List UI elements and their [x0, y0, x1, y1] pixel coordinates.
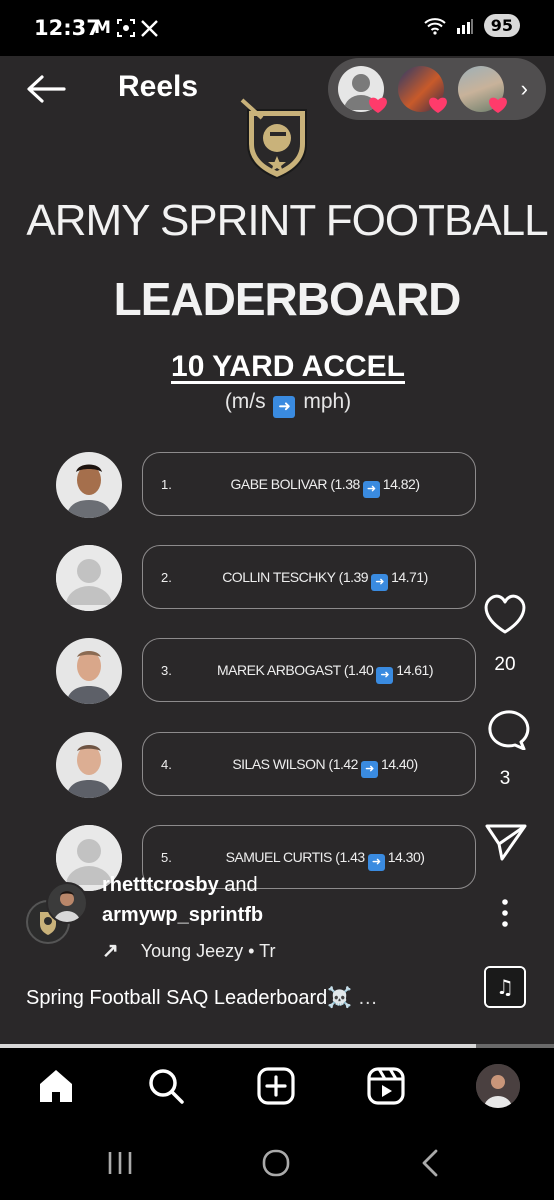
right-arrow-icon: ➜ — [362, 481, 380, 498]
comment-count: 3 — [499, 768, 511, 789]
leaderboard-avatar-default — [56, 545, 122, 611]
athlete-name: SAMUEL CURTIS — [225, 849, 333, 865]
page-title: Reels — [118, 70, 199, 103]
signal-icon — [456, 18, 473, 34]
speed-mph: 14.82) — [382, 476, 420, 492]
leaderboard-entry: MAREK ARBOGAST (1.40 ➜ 14.61) — [183, 662, 467, 684]
svg-text:♫: ♫ — [496, 975, 514, 999]
more-options-icon[interactable] — [480, 898, 530, 928]
music-title: Young Jeezy • Tr — [140, 941, 276, 961]
leaderboard-entry: GABE BOLIVAR (1.38 ➜ 14.82) — [183, 476, 467, 498]
units-left: (m/s — [224, 390, 266, 413]
speed-mph: 14.61) — [396, 662, 433, 678]
right-arrow-icon: ➜ — [371, 574, 389, 591]
athlete-name: SILAS WILSON — [232, 756, 326, 772]
author-username-2[interactable]: armywp_sprintfb — [102, 904, 263, 927]
speed-ms: (1.39 — [338, 569, 369, 585]
bottom-nav — [0, 1048, 554, 1124]
wifi-icon — [424, 17, 446, 35]
speed-ms: (1.43 — [335, 849, 365, 865]
right-arrow-icon: ➜ — [273, 396, 296, 418]
leaderboard-row: 1. GABE BOLIVAR (1.38 ➜ 14.82) — [142, 452, 476, 516]
status-bar: 12:37 M 95 — [0, 0, 554, 56]
athlete-name: GABE BOLIVAR — [230, 476, 328, 492]
home-icon[interactable] — [36, 1066, 76, 1106]
followers-liked-pill[interactable]: › — [328, 58, 546, 120]
music-attribution[interactable]: ↗ Young Jeezy • Tr — [102, 938, 302, 963]
screenshot-icon — [116, 19, 135, 37]
leaderboard-rank: 2. — [161, 570, 172, 585]
speed-mph: 14.71) — [391, 569, 428, 585]
heart-icon — [489, 97, 507, 113]
system-back-icon[interactable] — [410, 1148, 450, 1178]
author-username-1[interactable]: rhetttcrosby — [102, 874, 219, 896]
caption-more[interactable]: … — [358, 987, 378, 1009]
speed-ms: (1.38 — [330, 476, 360, 492]
recent-apps-icon[interactable] — [100, 1148, 140, 1178]
post-caption[interactable]: Spring Football SAQ Leaderboard☠️ … — [26, 985, 378, 1010]
post-headline-leaderboard: LEADERBOARD — [113, 273, 462, 325]
author-names[interactable]: rhetttcrosby and — [102, 874, 258, 897]
right-arrow-icon: ➜ — [360, 761, 378, 778]
author-avatar-collab[interactable] — [46, 882, 88, 924]
battery-indicator: 95 — [483, 14, 520, 37]
caption-text: Spring Football SAQ Leaderboard — [26, 987, 328, 1009]
athlete-name: COLLIN TESCHKY — [222, 569, 336, 585]
leaderboard-entry: COLLIN TESCHKY (1.39 ➜ 14.71) — [183, 569, 467, 591]
post-headline: ARMY SPRINT FOOTBALL — [26, 196, 548, 245]
leaderboard-rank: 1. — [161, 477, 172, 492]
leaderboard-row: 2. COLLIN TESCHKY (1.39 ➜ 14.71) — [142, 545, 476, 609]
speed-ms: (1.40 — [343, 662, 374, 678]
units-right: mph) — [303, 390, 352, 413]
leaderboard-rank: 4. — [161, 757, 172, 772]
status-time: 12:37 — [34, 16, 101, 40]
status-right: 95 — [424, 14, 520, 37]
post-subheading: 10 YARD ACCEL — [171, 350, 405, 383]
like-count: 20 — [494, 654, 516, 675]
right-arrow-icon: ➜ — [376, 667, 394, 684]
leaderboard-avatar — [56, 732, 122, 798]
speed-mph: 14.40) — [380, 756, 418, 772]
leaderboard-row: 3. MAREK ARBOGAST (1.40 ➜ 14.61) — [142, 638, 476, 702]
leaderboard-entry: SILAS WILSON (1.42 ➜ 14.40) — [183, 756, 467, 778]
share-send-icon[interactable] — [480, 822, 530, 862]
gmail-icon: M — [94, 18, 111, 38]
x-icon — [141, 19, 158, 37]
leaderboard-row: 4. SILAS WILSON (1.42 ➜ 14.40) — [142, 732, 476, 796]
back-arrow-icon[interactable] — [26, 74, 66, 104]
trending-arrow-icon: ↗ — [102, 940, 119, 962]
speed-ms: (1.42 — [328, 756, 359, 772]
leaderboard-rank: 3. — [161, 663, 172, 678]
leaderboard-rank: 5. — [161, 850, 172, 865]
speed-mph: 14.30) — [387, 849, 425, 865]
search-icon[interactable] — [146, 1066, 186, 1106]
athlete-name: MAREK ARBOGAST — [217, 662, 341, 678]
comment-bubble-icon[interactable] — [480, 706, 530, 750]
like-heart-icon[interactable] — [480, 592, 530, 636]
profile-avatar[interactable] — [476, 1064, 520, 1108]
home-button-icon[interactable] — [256, 1148, 296, 1178]
author-and: and — [224, 874, 258, 896]
leaderboard-avatar — [56, 638, 122, 704]
reels-icon[interactable] — [366, 1066, 406, 1106]
heart-icon — [429, 97, 447, 113]
leaderboard-entry: SAMUEL CURTIS (1.43 ➜ 14.30) — [183, 849, 467, 871]
chevron-right-icon: › — [520, 76, 528, 101]
notification-icons: M — [94, 18, 158, 38]
system-nav-bar — [0, 1124, 554, 1200]
right-arrow-icon: ➜ — [367, 854, 385, 871]
army-athletics-logo — [240, 98, 307, 180]
heart-icon — [369, 97, 387, 113]
skull-emoji-icon: ☠️ — [327, 987, 353, 1009]
units-label: (m/s ➜ mph) — [0, 390, 554, 418]
create-post-icon[interactable] — [256, 1066, 296, 1106]
leaderboard-avatar — [56, 452, 122, 518]
music-thumbnail[interactable]: ♫ — [484, 966, 526, 1008]
